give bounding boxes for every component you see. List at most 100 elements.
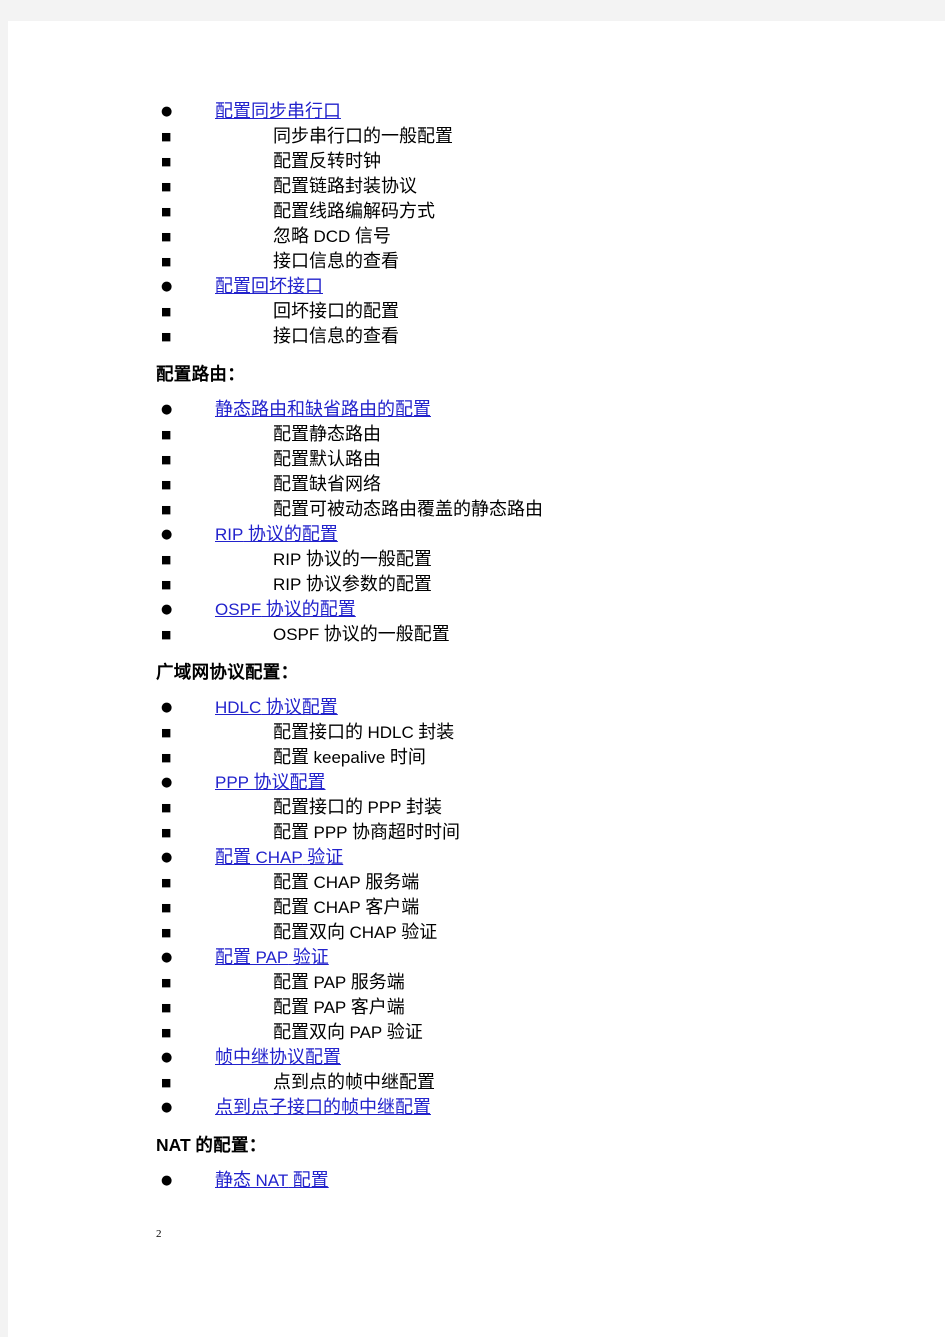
toc-link[interactable]: RIP 协议的配置 xyxy=(215,524,338,544)
toc-item[interactable]: ● 配置同步串行口 xyxy=(148,99,848,124)
toc-link[interactable]: HDLC 协议配置 xyxy=(215,697,338,717)
disc-bullet-icon: ● xyxy=(161,1173,173,1188)
toc-link[interactable]: 配置同步串行口 xyxy=(215,101,341,121)
square-bullet-icon: ■ xyxy=(161,876,172,889)
toc-item: ■ 配置链路封装协议 xyxy=(148,174,848,199)
toc-item-label: 同步串行口的一般配置 xyxy=(273,126,453,146)
toc-item[interactable]: ● PPP 协议配置 xyxy=(148,770,848,795)
toc-link[interactable]: 配置 PAP 验证 xyxy=(215,947,329,967)
toc-item: ■ 配置接口的 HDLC 封装 xyxy=(148,720,848,745)
square-bullet-icon: ■ xyxy=(161,205,172,218)
toc-item-label: 配置 PAP 客户端 xyxy=(273,997,405,1017)
disc-bullet-icon: ● xyxy=(161,700,173,715)
toc-link[interactable]: 配置回坏接口 xyxy=(215,276,323,296)
toc-item[interactable]: ● RIP 协议的配置 xyxy=(148,522,848,547)
square-bullet-icon: ■ xyxy=(161,553,172,566)
toc-item: ■ OSPF 协议的一般配置 xyxy=(148,622,848,647)
toc-item-label: 接口信息的查看 xyxy=(273,326,399,346)
square-bullet-icon: ■ xyxy=(161,130,172,143)
section-heading: 配置路由： xyxy=(156,364,245,384)
square-bullet-icon: ■ xyxy=(161,976,172,989)
toc-item: ■ 配置反转时钟 xyxy=(148,149,848,174)
toc-item: ■ 配置默认路由 xyxy=(148,447,848,472)
toc-item-label: 配置链路封装协议 xyxy=(273,176,417,196)
toc-link[interactable]: 配置 CHAP 验证 xyxy=(215,847,343,867)
toc-item[interactable]: ● 帧中继协议配置 xyxy=(148,1045,848,1070)
toc-item: ■ 配置 keepalive 时间 xyxy=(148,745,848,770)
toc-item-label: 配置静态路由 xyxy=(273,424,381,444)
disc-bullet-icon: ● xyxy=(161,850,173,865)
square-bullet-icon: ■ xyxy=(161,801,172,814)
toc-item: ■ 接口信息的查看 xyxy=(148,249,848,274)
square-bullet-icon: ■ xyxy=(161,180,172,193)
toc-item-label: OSPF 协议的一般配置 xyxy=(273,624,450,644)
toc-item: ■ 配置 PAP 服务端 xyxy=(148,970,848,995)
square-bullet-icon: ■ xyxy=(161,330,172,343)
document-page: ● 配置同步串行口 ■ 同步串行口的一般配置 ■ 配置反转时钟 ■ 配置链路封装协议 ■ 配置线路… xyxy=(8,21,945,1337)
toc-item[interactable]: ● 点到点子接口的帧中继配置 xyxy=(148,1095,848,1120)
square-bullet-icon: ■ xyxy=(161,1076,172,1089)
toc-item-label: HDLC 协议配置 xyxy=(215,695,338,720)
toc-item: ■ 配置双向 PAP 验证 xyxy=(148,1020,848,1045)
toc-item-label: 配置同步串行口 xyxy=(215,99,341,124)
disc-bullet-icon: ● xyxy=(161,104,173,119)
toc-item: ■ 忽略 DCD 信号 xyxy=(148,224,848,249)
square-bullet-icon: ■ xyxy=(161,230,172,243)
toc-item-label: 配置接口的 HDLC 封装 xyxy=(273,722,455,742)
square-bullet-icon: ■ xyxy=(161,726,172,739)
disc-bullet-icon: ● xyxy=(161,602,173,617)
square-bullet-icon: ■ xyxy=(161,305,172,318)
disc-bullet-icon: ● xyxy=(161,527,173,542)
disc-bullet-icon: ● xyxy=(161,1050,173,1065)
toc-item[interactable]: ● 配置回坏接口 xyxy=(148,274,848,299)
toc-item-label: 接口信息的查看 xyxy=(273,251,399,271)
toc-item-label: 配置缺省网络 xyxy=(273,474,381,494)
toc-link[interactable]: 帧中继协议配置 xyxy=(215,1047,341,1067)
toc-list: ● 静态 NAT 配置 xyxy=(148,1168,848,1193)
square-bullet-icon: ■ xyxy=(161,255,172,268)
square-bullet-icon: ■ xyxy=(161,453,172,466)
toc-item-label: 配置 PAP 服务端 xyxy=(273,972,405,992)
toc-item-label: 配置 CHAP 客户端 xyxy=(273,897,420,917)
toc-link[interactable]: 点到点子接口的帧中继配置 xyxy=(215,1097,431,1117)
toc-item-label: 点到点的帧中继配置 xyxy=(273,1072,435,1092)
toc-item[interactable]: ● 配置 PAP 验证 xyxy=(148,945,848,970)
toc-link[interactable]: PPP 协议配置 xyxy=(215,772,326,792)
toc-item[interactable]: ● HDLC 协议配置 xyxy=(148,695,848,720)
toc-item[interactable]: ● 静态路由和缺省路由的配置 xyxy=(148,397,848,422)
toc-item: ■ 配置可被动态路由覆盖的静态路由 xyxy=(148,497,848,522)
toc-item-label: 忽略 DCD 信号 xyxy=(273,226,391,246)
toc-item: ■ 同步串行口的一般配置 xyxy=(148,124,848,149)
viewer-top-gutter xyxy=(0,0,945,21)
disc-bullet-icon: ● xyxy=(161,402,173,417)
toc-item-label: 帧中继协议配置 xyxy=(215,1045,341,1070)
toc-link[interactable]: OSPF 协议的配置 xyxy=(215,599,356,619)
toc-item-label: OSPF 协议的配置 xyxy=(215,597,356,622)
toc-item[interactable]: ● 配置 CHAP 验证 xyxy=(148,845,848,870)
toc-item-label: 配置回坏接口 xyxy=(215,274,323,299)
toc-item: ■ 配置线路编解码方式 xyxy=(148,199,848,224)
square-bullet-icon: ■ xyxy=(161,628,172,641)
page-number: 2 xyxy=(156,1228,162,1240)
toc-item-label: 静态 NAT 配置 xyxy=(215,1168,329,1193)
toc-link[interactable]: 静态 NAT 配置 xyxy=(215,1170,329,1190)
square-bullet-icon: ■ xyxy=(161,751,172,764)
toc-item[interactable]: ● 静态 NAT 配置 xyxy=(148,1168,848,1193)
toc-link[interactable]: 静态路由和缺省路由的配置 xyxy=(215,399,431,419)
square-bullet-icon: ■ xyxy=(161,155,172,168)
toc-item-label: RIP 协议的配置 xyxy=(215,522,338,547)
toc-item-label: RIP 协议参数的配置 xyxy=(273,574,432,594)
toc-item-label: 配置接口的 PPP 封装 xyxy=(273,797,443,817)
toc-item-label: 配置 PAP 验证 xyxy=(215,945,329,970)
toc-item-label: PPP 协议配置 xyxy=(215,770,326,795)
disc-bullet-icon: ● xyxy=(161,950,173,965)
toc-item: ■ 接口信息的查看 xyxy=(148,324,848,349)
toc-item: ■ 配置 PPP 协商超时时间 xyxy=(148,820,848,845)
toc-item: ■ 配置 PAP 客户端 xyxy=(148,995,848,1020)
square-bullet-icon: ■ xyxy=(161,578,172,591)
square-bullet-icon: ■ xyxy=(161,901,172,914)
toc-item: ■ 配置静态路由 xyxy=(148,422,848,447)
square-bullet-icon: ■ xyxy=(161,826,172,839)
disc-bullet-icon: ● xyxy=(161,279,173,294)
toc-item[interactable]: ● OSPF 协议的配置 xyxy=(148,597,848,622)
